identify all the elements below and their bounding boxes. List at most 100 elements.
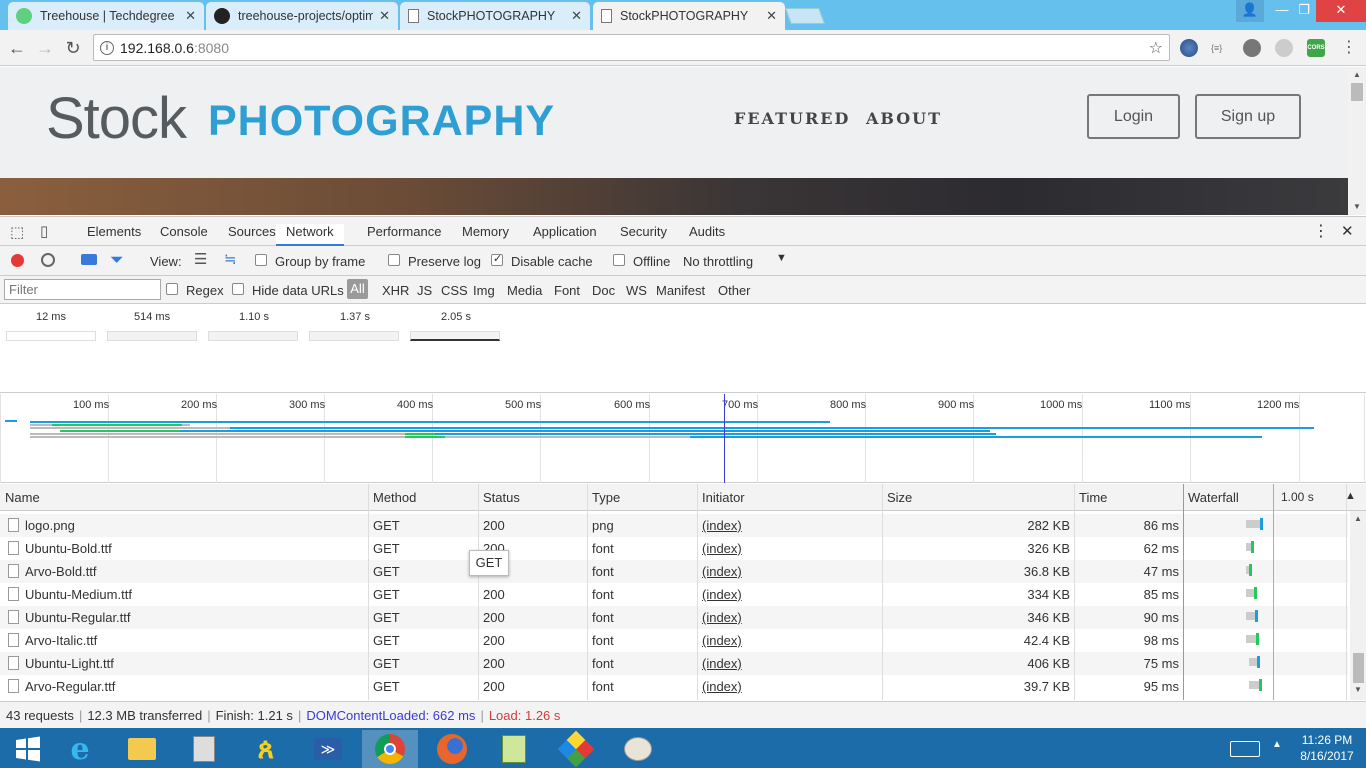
filter-type-other[interactable]: Other [718, 283, 751, 298]
table-row[interactable]: Ubuntu-Regular.ttf GET 200 font (index) … [0, 606, 1348, 629]
forward-icon[interactable]: → [34, 37, 56, 59]
hide-data-urls-checkbox[interactable] [232, 283, 244, 295]
cell-initiator-link[interactable]: (index) [702, 518, 742, 533]
filter-type-css[interactable]: CSS [441, 283, 468, 298]
tab-performance[interactable]: Performance [367, 224, 441, 239]
signup-button[interactable]: Sign up [1195, 94, 1301, 139]
overview-icon[interactable]: ≒ [224, 250, 237, 268]
column-size[interactable]: Size [887, 490, 912, 505]
filter-type-doc[interactable]: Doc [592, 283, 615, 298]
table-row[interactable]: Arvo-Bold.ttf GET 200 font (index) 36.8 … [0, 560, 1348, 583]
show-hidden-icons-icon[interactable]: ▲ [1272, 739, 1282, 750]
table-row[interactable]: Ubuntu-Bold.ttf GET 200 font (index) 326… [0, 537, 1348, 560]
column-divider[interactable] [368, 484, 369, 700]
chrome-menu-icon[interactable]: ⋮ [1338, 37, 1360, 59]
filter-type-manifest[interactable]: Manifest [656, 283, 705, 298]
powershell-icon[interactable]: ≫ [300, 730, 356, 768]
reload-icon[interactable]: ↻ [62, 37, 84, 59]
chrome-icon[interactable] [362, 730, 418, 768]
column-time[interactable]: Time [1079, 490, 1107, 505]
screenshot-thumb[interactable] [309, 331, 399, 341]
firefox-icon[interactable] [424, 730, 480, 768]
column-status[interactable]: Status [483, 490, 520, 505]
cors-extension-icon[interactable]: CORS [1307, 39, 1325, 57]
filter-type-xhr[interactable]: XHR [382, 283, 409, 298]
scroll-down-icon[interactable]: ▼ [1353, 202, 1361, 211]
paint-icon[interactable] [610, 730, 666, 768]
device-toolbar-icon[interactable]: ▯ [40, 222, 48, 240]
cell-initiator-link[interactable]: (index) [702, 656, 742, 671]
table-row[interactable]: Ubuntu-Light.ttf GET 200 font (index) 40… [0, 652, 1348, 675]
browser-tab-stock-1[interactable]: StockPHOTOGRAPHY ✕ [400, 2, 590, 30]
profile-icon[interactable]: 👤 [1236, 0, 1264, 22]
info-icon[interactable]: i [100, 40, 114, 55]
system-clock[interactable]: 11:26 PM 8/16/2017 [1292, 732, 1362, 764]
nav-featured[interactable]: FEATURED [734, 109, 850, 128]
filter-type-img[interactable]: Img [473, 283, 495, 298]
logo-stock-text[interactable]: Stock [46, 85, 187, 152]
internet-explorer-icon[interactable]: e [52, 730, 108, 768]
cell-initiator-link[interactable]: (index) [702, 564, 742, 579]
column-divider[interactable] [882, 484, 883, 700]
column-initiator[interactable]: Initiator [702, 490, 745, 505]
maximize-button[interactable]: ❐ [1290, 0, 1318, 22]
column-divider[interactable] [1074, 484, 1075, 700]
file-explorer-icon[interactable] [114, 730, 170, 768]
cell-initiator-link[interactable]: (index) [702, 587, 742, 602]
table-scroll-thumb[interactable] [1353, 653, 1364, 683]
aim-icon[interactable]: ጰ [238, 730, 294, 768]
table-scrollbar[interactable]: ▲ ▼ [1350, 511, 1366, 700]
filter-icon[interactable]: ⏷ [110, 250, 124, 270]
start-icon[interactable] [0, 730, 56, 768]
close-tab-icon[interactable]: ✕ [571, 8, 582, 24]
filter-type-font[interactable]: Font [554, 283, 580, 298]
filter-type-all[interactable]: All [347, 279, 368, 299]
column-waterfall[interactable]: Waterfall [1188, 490, 1239, 505]
gear-extension-icon[interactable] [1275, 39, 1293, 57]
table-row[interactable]: logo.png GET 200 png (index) 282 KB 86 m… [0, 514, 1348, 537]
back-icon[interactable]: ← [6, 37, 28, 59]
scroll-up-icon[interactable]: ▲ [1354, 514, 1362, 523]
url-input[interactable]: i 192.168.0.6:8080 ☆ [93, 34, 1170, 61]
settings-extension-icon[interactable] [1243, 39, 1261, 57]
capture-screenshots-icon[interactable] [81, 254, 97, 265]
column-name[interactable]: Name [5, 490, 40, 505]
column-divider[interactable] [697, 484, 698, 700]
new-tab-button[interactable] [785, 8, 825, 24]
regex-checkbox[interactable] [166, 283, 178, 295]
scroll-up-icon[interactable]: ▲ [1353, 70, 1361, 79]
tab-sources[interactable]: Sources [228, 224, 276, 239]
tab-network[interactable]: Network [276, 224, 344, 246]
close-window-button[interactable]: ✕ [1316, 0, 1366, 22]
screenshot-thumb[interactable] [6, 331, 96, 341]
app-grid-icon[interactable] [548, 730, 604, 768]
tab-console[interactable]: Console [160, 224, 208, 239]
filter-type-media[interactable]: Media [507, 283, 542, 298]
screenshot-thumb[interactable] [410, 331, 500, 341]
browser-tab-treehouse[interactable]: Treehouse | Techdegree ✕ [8, 2, 204, 30]
notepad-plus-icon[interactable] [486, 730, 542, 768]
bookmark-star-icon[interactable]: ☆ [1149, 38, 1163, 58]
table-row[interactable]: Ubuntu-Medium.ttf GET 200 font (index) 3… [0, 583, 1348, 606]
screenshot-thumb[interactable] [107, 331, 197, 341]
column-divider[interactable] [587, 484, 588, 700]
browser-tab-github[interactable]: treehouse-projects/optim ✕ [206, 2, 398, 30]
logo-photography-text[interactable]: PHOTOGRAPHY [208, 97, 555, 146]
close-devtools-icon[interactable]: ✕ [1341, 222, 1354, 240]
column-divider[interactable] [1183, 484, 1184, 700]
tab-elements[interactable]: Elements [87, 224, 141, 239]
table-row[interactable]: Arvo-Regular.ttf GET 200 font (index) 39… [0, 675, 1348, 698]
filter-type-js[interactable]: JS [417, 283, 432, 298]
filter-input[interactable] [4, 279, 161, 300]
offline-checkbox[interactable] [613, 254, 625, 266]
devtools-menu-icon[interactable]: ⋮ [1313, 221, 1329, 241]
close-tab-icon[interactable]: ✕ [766, 8, 777, 24]
scroll-down-icon[interactable]: ▼ [1354, 685, 1362, 694]
browser-tab-stock-2[interactable]: StockPHOTOGRAPHY ✕ [593, 2, 785, 30]
page-scrollbar[interactable]: ▲ ▼ [1348, 67, 1366, 215]
tab-security[interactable]: Security [620, 224, 667, 239]
cell-initiator-link[interactable]: (index) [702, 633, 742, 648]
table-row[interactable]: Arvo-Italic.ttf GET 200 font (index) 42.… [0, 629, 1348, 652]
keyboard-icon[interactable] [1230, 741, 1260, 757]
tab-memory[interactable]: Memory [462, 224, 509, 239]
